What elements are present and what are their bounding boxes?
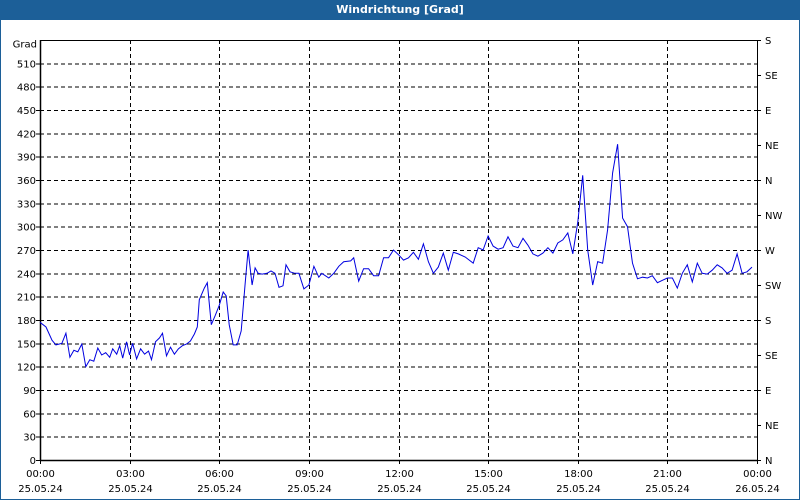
- x-tick-date: 25.05.24: [197, 484, 242, 495]
- y-tick-label: 0: [30, 456, 36, 467]
- right-tick-label: E: [765, 106, 771, 117]
- y-tick-label: 330: [17, 199, 36, 210]
- right-tick-label: S: [765, 316, 771, 327]
- x-tick-date: 25.05.24: [377, 484, 422, 495]
- y-tick-label: 270: [17, 246, 36, 257]
- x-tick-time: 00:00: [26, 469, 55, 480]
- right-tick-label: NE: [765, 421, 779, 432]
- y-axis-label: Grad: [13, 40, 37, 51]
- right-tick-label: SE: [765, 71, 778, 82]
- x-tick-time: 09:00: [295, 469, 324, 480]
- y-tick-label: 120: [17, 363, 36, 374]
- y-tick-label: 360: [17, 176, 36, 187]
- x-tick-date: 25.05.24: [287, 484, 332, 495]
- y-tick-label: 90: [23, 386, 36, 397]
- right-tick-label: N: [765, 176, 772, 187]
- x-tick-date: 25.05.24: [108, 484, 153, 495]
- y-tick-label: 30: [23, 433, 36, 444]
- y-tick-label: 210: [17, 293, 36, 304]
- y-tick-label: 300: [17, 223, 36, 234]
- y-tick-label: 450: [17, 106, 36, 117]
- x-tick-date: 25.05.24: [18, 484, 63, 495]
- y-tick-label: 510: [17, 59, 36, 70]
- right-tick-label: NW: [765, 211, 782, 222]
- window-title: Windrichtung [Grad]: [0, 0, 800, 20]
- series-line-windrichtung: [39, 144, 753, 369]
- y-tick-label: 60: [23, 409, 36, 420]
- right-tick-label: W: [765, 246, 775, 257]
- right-tick-label: E: [765, 386, 771, 397]
- x-tick-date: 26.05.24: [735, 484, 780, 495]
- right-tick-label: SW: [765, 281, 781, 292]
- x-tick-time: 00:00: [743, 469, 772, 480]
- x-tick-time: 18:00: [564, 469, 593, 480]
- x-tick-date: 25.05.24: [645, 484, 690, 495]
- y-tick-label: 180: [17, 316, 36, 327]
- x-tick-time: 03:00: [116, 469, 145, 480]
- right-tick-label: N: [765, 456, 772, 467]
- x-tick-date: 25.05.24: [466, 484, 511, 495]
- x-tick-time: 12:00: [385, 469, 414, 480]
- right-tick-label: S: [765, 36, 771, 47]
- y-tick-label: 420: [17, 129, 36, 140]
- y-tick-label: 240: [17, 269, 36, 280]
- y-tick-label: 150: [17, 339, 36, 350]
- y-tick-label: 480: [17, 83, 36, 94]
- y-tick-label: 390: [17, 153, 36, 164]
- right-tick-label: NE: [765, 141, 779, 152]
- right-tick-label: SE: [765, 351, 778, 362]
- x-tick-time: 15:00: [474, 469, 503, 480]
- x-tick-date: 25.05.24: [556, 484, 601, 495]
- x-tick-time: 21:00: [653, 469, 682, 480]
- x-tick-time: 06:00: [205, 469, 234, 480]
- line-chart: 0 30 60 90 120 150 180 210 240 270 300 330 360 390 420…: [13, 36, 783, 495]
